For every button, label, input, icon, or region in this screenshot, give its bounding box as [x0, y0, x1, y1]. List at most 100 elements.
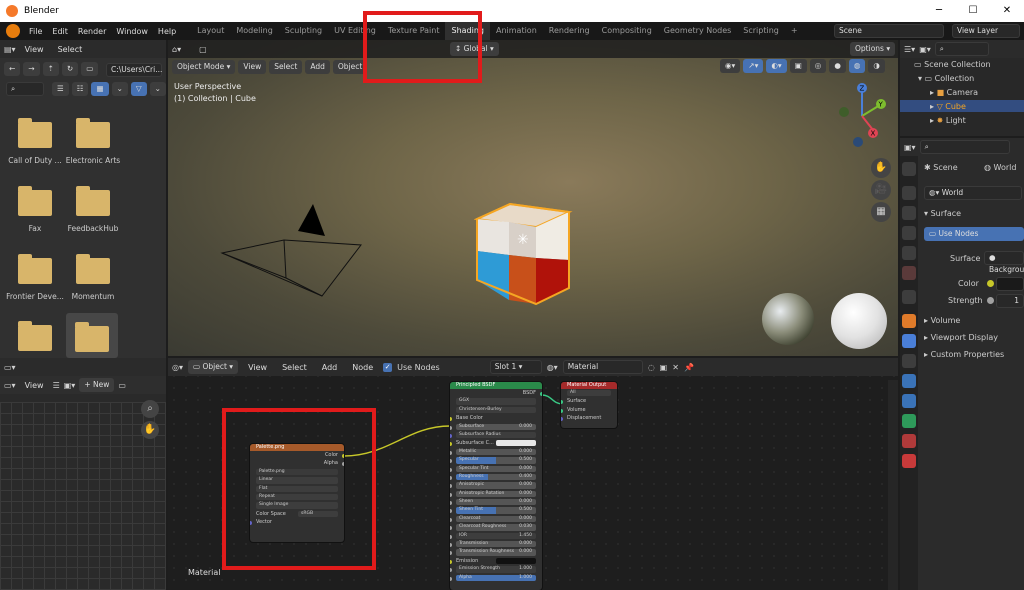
material-tab-icon[interactable] [902, 434, 916, 448]
input-socket[interactable] [450, 559, 452, 564]
selected-folder-item[interactable] [66, 313, 118, 358]
select-box-icon[interactable]: ▢ [199, 45, 207, 54]
input-socket[interactable] [450, 551, 452, 556]
tab-animation[interactable]: Animation [490, 22, 543, 40]
bsdf-value-field[interactable]: Roughness 0.400 [456, 473, 536, 481]
filter-icon[interactable]: ▽ [130, 82, 147, 96]
bsdf-value-field[interactable]: Sheen Tint 0.500 [456, 507, 536, 514]
bsdf-value-field[interactable]: Specular Tint 0.000 [456, 465, 536, 472]
new-image-button[interactable]: + New [79, 378, 115, 392]
filter-options-icon[interactable]: ⌄ [149, 82, 166, 96]
bsdf-value-field[interactable]: Transmission Roughness 0.000 [456, 549, 536, 556]
input-socket[interactable] [450, 534, 452, 539]
folder-item[interactable]: FeedbackHub [58, 186, 128, 233]
custom-properties-panel-header[interactable]: ▸ Custom Properties [924, 350, 1004, 359]
world-datablock-field[interactable]: ◍▾ World [924, 186, 1022, 200]
bsdf-value-field[interactable]: Anisotropic Rotation 0.000 [456, 490, 536, 498]
vp-menu-add[interactable]: Add [305, 59, 330, 74]
tab-compositing[interactable]: Compositing [596, 22, 658, 40]
subsurface-color-swatch[interactable] [496, 440, 536, 447]
list-vertical-icon[interactable]: ☰ [52, 82, 69, 96]
material-preview-icon[interactable]: ◍ [848, 59, 866, 73]
options-button[interactable]: Options ▾ [850, 42, 896, 56]
gizmo-icon[interactable]: ↗▾ [743, 59, 764, 73]
close-icon[interactable]: ✕ [990, 0, 1024, 22]
principled-bsdf-node[interactable]: Principled BSDF BSDF GGX Christensen-Bur… [450, 382, 542, 590]
input-socket[interactable] [450, 467, 452, 472]
strength-field[interactable]: 1 [996, 294, 1024, 308]
bsdf-value-field[interactable]: Emission Strength 1.000 [456, 566, 536, 573]
surface-panel-header[interactable]: ▾ Surface [924, 209, 961, 218]
render-tab-icon[interactable] [902, 186, 916, 200]
target-dropdown[interactable]: All [567, 390, 611, 397]
fb-menu-view[interactable]: View [20, 45, 49, 54]
bsdf-output-socket[interactable] [540, 392, 542, 396]
editor-type-icon[interactable]: ▤▾ [4, 45, 16, 54]
input-socket[interactable] [450, 475, 452, 480]
new-folder-icon[interactable]: ▭ [81, 62, 99, 76]
bsdf-value-field[interactable]: Transmission 0.000 [456, 541, 536, 548]
editor-type-icon[interactable]: ☰▾ [904, 45, 915, 54]
editor-type-icon[interactable]: ⌂▾ [172, 45, 181, 54]
camera-view-icon[interactable]: 🎥 [871, 180, 891, 200]
bsdf-value-field[interactable]: Subsurface 0.000 [456, 423, 536, 430]
outliner-item-light[interactable]: ▸ ✸ Light [930, 116, 966, 125]
bsdf-value-field[interactable]: Specular 0.500 [456, 457, 536, 464]
thumbnails-icon[interactable]: ▦ [91, 82, 109, 96]
volume-panel-header[interactable]: ▸ Volume [924, 316, 960, 325]
refresh-icon[interactable]: ↻ [61, 62, 79, 76]
input-socket[interactable] [450, 459, 452, 464]
fb-menu-select[interactable]: Select [53, 45, 88, 54]
bsdf-value-field[interactable]: Subsurface Radius [456, 431, 536, 439]
input-socket[interactable] [450, 576, 452, 581]
forward-icon[interactable]: → [23, 62, 40, 76]
input-socket[interactable] [450, 568, 452, 573]
input-socket[interactable] [450, 442, 452, 447]
view-layer-tab-icon[interactable] [902, 226, 916, 240]
view-mode-icon[interactable]: ▭▾ [4, 381, 16, 390]
world-tab-icon[interactable] [902, 266, 916, 280]
overlay-icon[interactable]: ◐▾ [766, 59, 787, 73]
particles-tab-icon[interactable] [902, 354, 916, 368]
bsdf-value-field[interactable]: Sheen 0.000 [456, 499, 536, 506]
outliner-item-camera[interactable]: ▸ ■ Camera [930, 88, 978, 97]
use-nodes-button[interactable]: ▭ Use Nodes [924, 227, 1024, 241]
viewport-display-panel-header[interactable]: ▸ Viewport Display [924, 333, 998, 342]
hand-pan-icon[interactable]: ✋ [141, 421, 159, 439]
tool-tab-icon[interactable] [902, 162, 916, 176]
path-field[interactable]: C:\Users\Cri... [106, 63, 162, 77]
folder-item[interactable] [0, 321, 70, 351]
folder-item[interactable]: Electronic Arts [58, 118, 128, 165]
input-socket[interactable] [450, 425, 452, 430]
modifier-tab-icon[interactable] [902, 334, 916, 348]
input-socket[interactable] [450, 433, 452, 438]
bsdf-value-field[interactable]: Alpha 1.000 [456, 574, 536, 581]
scene-tab-icon[interactable] [902, 246, 916, 260]
input-socket[interactable] [450, 492, 452, 497]
input-socket[interactable] [450, 484, 452, 489]
tab-rendering[interactable]: Rendering [543, 22, 596, 40]
outliner-item-cube[interactable]: ▸ ▽ Cube [930, 102, 966, 111]
menu-file[interactable]: File [24, 27, 47, 36]
zoom-icon[interactable]: ⌕ [141, 400, 159, 418]
add-workspace-icon[interactable]: + [785, 22, 804, 40]
view-layer-selector[interactable]: View Layer [952, 24, 1020, 38]
wireframe-shading-icon[interactable]: ◎ [809, 59, 827, 73]
hand-pan-icon[interactable]: ✋ [871, 158, 891, 178]
constraints-tab-icon[interactable] [902, 394, 916, 408]
xray-icon[interactable]: ▣ [789, 59, 807, 73]
3d-viewport[interactable]: ⌂▾ ▢ Object Mode ▾ View Select Add Objec… [168, 40, 898, 356]
bsdf-value-field[interactable]: Clearcoat Roughness 0.030 [456, 524, 536, 531]
bsdf-value-field[interactable]: Clearcoat 0.000 [456, 515, 536, 523]
properties-search-input[interactable]: ⌕ [919, 140, 1010, 154]
ie-menu-view[interactable]: View [20, 381, 49, 390]
scene-selector[interactable]: Scene [834, 24, 944, 38]
menu-render[interactable]: Render [73, 27, 111, 36]
list-horizontal-icon[interactable]: ☷ [71, 82, 89, 96]
material-output-node[interactable]: Material Output All Surface Volume Displ… [561, 382, 617, 428]
minimize-icon[interactable]: ─ [922, 0, 956, 22]
bsdf-value-field[interactable]: IOR 1.450 [456, 532, 536, 540]
ortho-grid-icon[interactable]: ▦ [871, 202, 891, 222]
editor-type-icon[interactable]: ▭▾ [4, 363, 16, 372]
image-browse-icon[interactable]: ▣▾ [64, 381, 76, 390]
